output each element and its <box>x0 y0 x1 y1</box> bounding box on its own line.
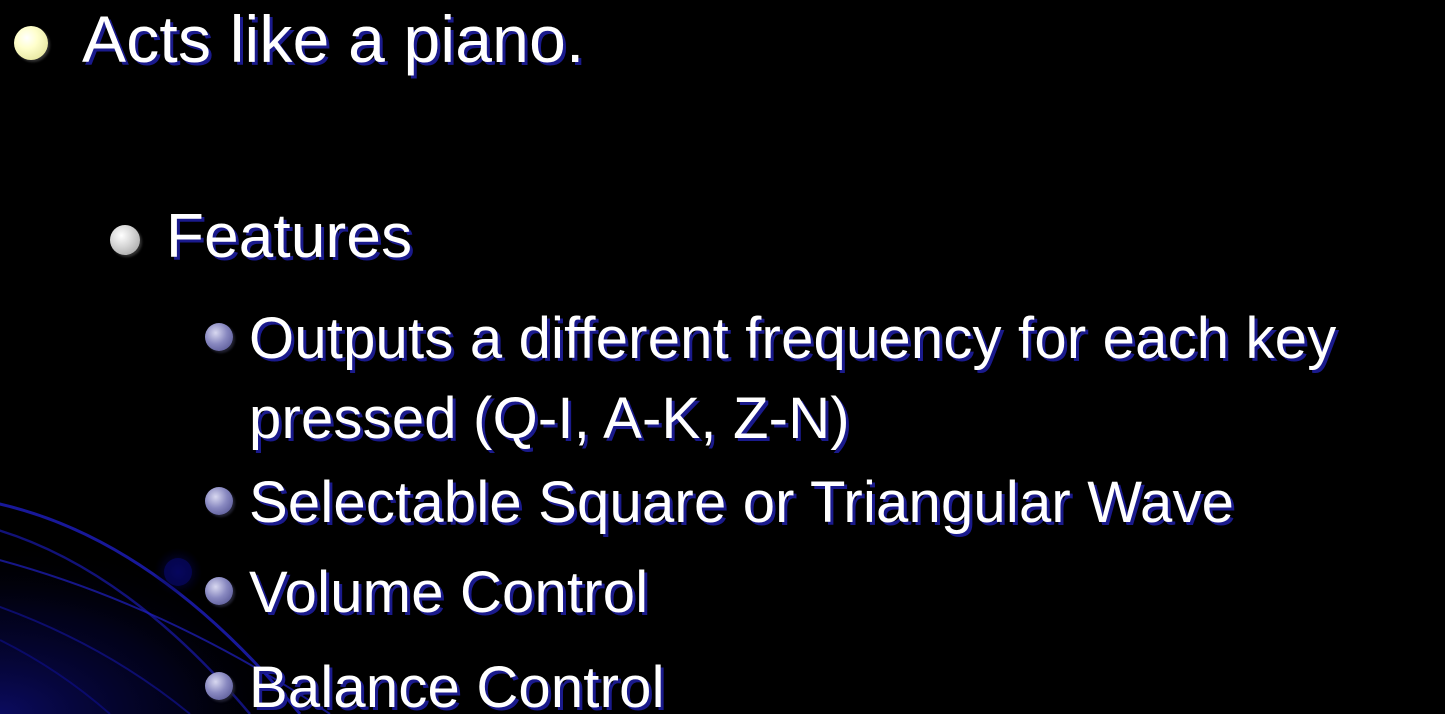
bullet-dot-icon <box>110 225 140 255</box>
bullet-dot-icon <box>205 487 233 515</box>
sub-bullet-text: Balance Control <box>249 655 665 714</box>
bullet-level1: Acts like a piano. <box>14 0 585 78</box>
sub-bullet-wave: Selectable Square or Triangular Wave <box>205 463 1234 543</box>
bullet-dot-icon <box>205 577 233 605</box>
bullet-dot-icon <box>14 26 48 60</box>
bullet-level2: Features <box>110 200 412 274</box>
sub-bullet-text: Volume Control <box>249 560 649 625</box>
bullet-level2-text: Features <box>166 202 413 271</box>
bullet-level1-text: Acts like a piano. <box>82 2 585 76</box>
bullet-dot-icon <box>205 672 233 700</box>
sub-bullet-outputs: Outputs a different frequency for each k… <box>205 299 1336 379</box>
sub-bullet-text: Outputs a different frequency for each k… <box>249 306 1337 371</box>
bullet-dot-icon <box>205 323 233 351</box>
sub-bullet-continuation: pressed (Q-I, A-K, Z-N) <box>249 386 850 451</box>
sub-bullet-text: Selectable Square or Triangular Wave <box>249 470 1235 535</box>
slide: Acts like a piano. Features Outputs a di… <box>0 0 1445 714</box>
sub-bullet-balance: Balance Control <box>205 648 665 714</box>
sub-bullet-volume: Volume Control <box>205 553 648 633</box>
